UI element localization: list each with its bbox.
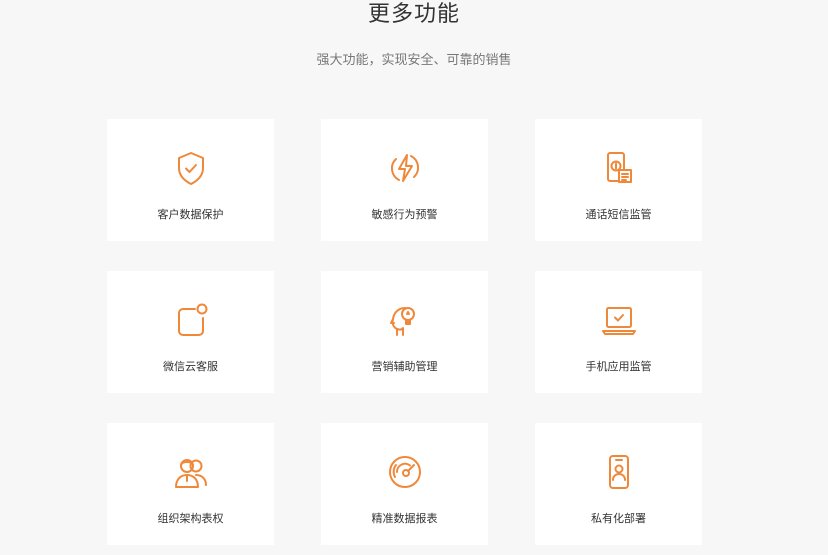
feature-label: 手机应用监管 — [585, 360, 652, 373]
feature-card-wechat-cloud-service[interactable]: 微信云客服 — [107, 271, 274, 393]
feature-label: 通话短信监管 — [585, 208, 652, 221]
feature-label: 客户数据保护 — [157, 208, 224, 221]
feature-label: 敏感行为预警 — [371, 208, 438, 221]
section-subtitle: 强大功能，实现安全、可靠的销售 — [316, 53, 512, 68]
feature-grid: 客户数据保护 敏感行为预警 通话短信监管 微信云客服 营销辅助管理 手机应用监管… — [107, 119, 702, 545]
feature-card-sensitive-behavior-alert[interactable]: 敏感行为预警 — [321, 119, 488, 241]
feature-card-private-deployment[interactable]: 私有化部署 — [535, 423, 702, 545]
chat-notification-icon — [107, 301, 274, 339]
more-features-section: 更多功能 强大功能，实现安全、可靠的销售 客户数据保护 敏感行为预警 通话短信监… — [0, 0, 828, 555]
head-lightbulb-icon — [321, 301, 488, 339]
feature-label: 精准数据报表 — [371, 512, 438, 525]
laptop-check-icon — [535, 301, 702, 339]
feature-label: 微信云客服 — [163, 360, 218, 373]
feature-card-accurate-data-reports[interactable]: 精准数据报表 — [321, 423, 488, 545]
feature-label: 私有化部署 — [591, 512, 646, 525]
feature-card-customer-data-protection[interactable]: 客户数据保护 — [107, 119, 274, 241]
phone-document-icon — [535, 149, 702, 187]
feature-card-mobile-app-monitoring[interactable]: 手机应用监管 — [535, 271, 702, 393]
lightning-circle-icon — [321, 149, 488, 187]
feature-card-call-sms-monitoring[interactable]: 通话短信监管 — [535, 119, 702, 241]
section-title: 更多功能 — [367, 2, 460, 27]
feature-label: 组织架构表权 — [157, 512, 224, 525]
feature-label: 营销辅助管理 — [371, 360, 438, 373]
gauge-icon — [321, 453, 488, 491]
users-group-icon — [107, 453, 274, 491]
feature-card-org-structure-permissions[interactable]: 组织架构表权 — [107, 423, 274, 545]
mobile-person-icon — [535, 453, 702, 491]
feature-card-marketing-assist-management[interactable]: 营销辅助管理 — [321, 271, 488, 393]
shield-check-icon — [107, 149, 274, 187]
